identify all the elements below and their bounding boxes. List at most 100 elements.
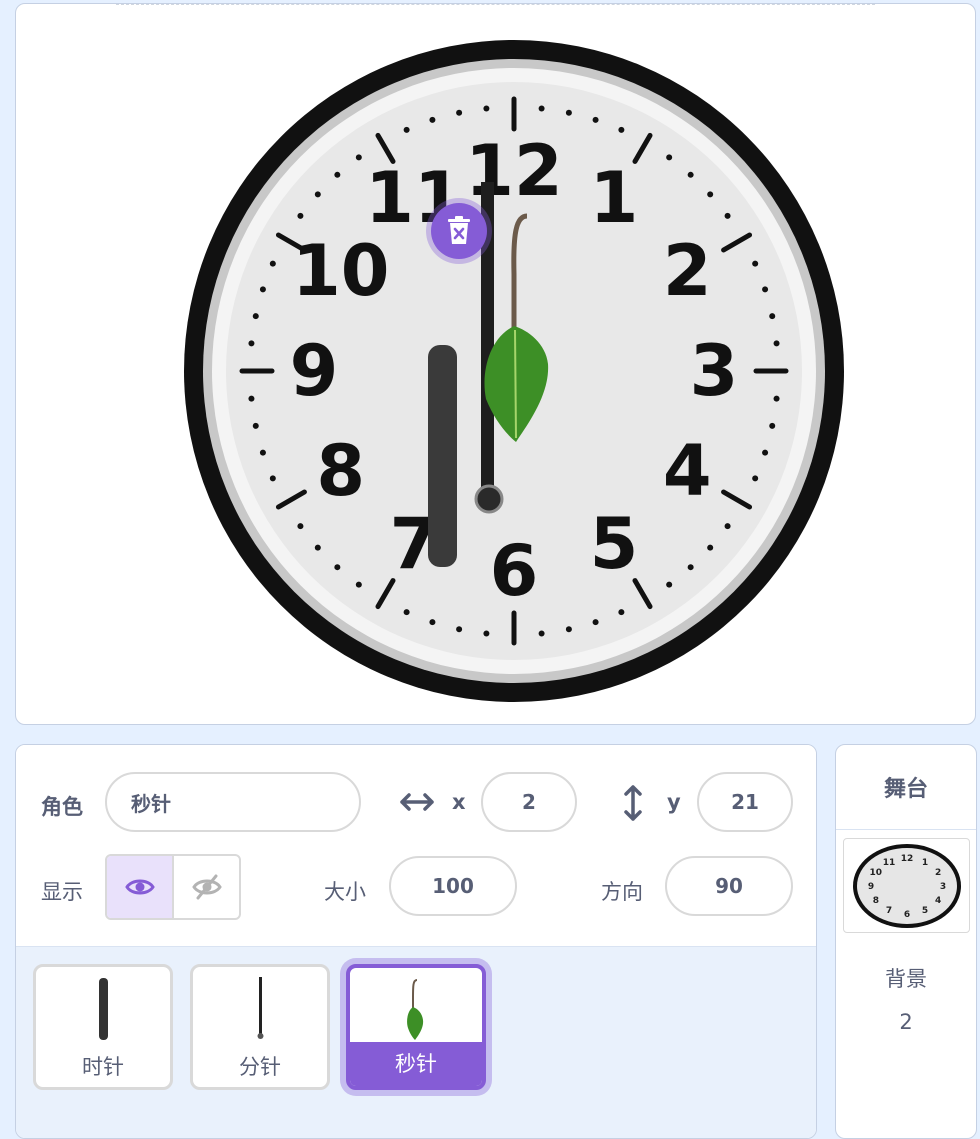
- stage-canvas[interactable]: 12 1 2 3 4 5 6 7 8 9 10 11: [15, 3, 976, 725]
- minute-tick: [269, 260, 276, 267]
- trash-icon: [448, 216, 470, 244]
- hour-hand[interactable]: [428, 345, 457, 567]
- minute-tick: [762, 449, 769, 456]
- stage-thumbnail[interactable]: 12 1 2 3 4 5 6 7 8 9 10 11: [843, 838, 970, 933]
- minute-tick: [618, 126, 625, 133]
- clock-number: 9: [290, 330, 339, 412]
- minute-tick: [403, 609, 410, 616]
- clock-number: 4: [663, 430, 712, 512]
- minute-tick: [769, 422, 776, 429]
- minute-tick: [259, 449, 266, 456]
- minute-tick: [456, 109, 463, 116]
- y-input[interactable]: 21: [697, 772, 793, 832]
- eye-slash-icon: [191, 874, 222, 900]
- x-arrow-icon: [400, 793, 434, 811]
- visibility-toggle: [105, 854, 241, 920]
- sprite-tile-label: 秒针: [350, 1042, 482, 1086]
- x-input[interactable]: 2: [481, 772, 577, 832]
- minute-tick: [297, 212, 304, 219]
- minute-tick: [314, 544, 321, 551]
- minute-tick: [687, 171, 694, 178]
- size-input[interactable]: 100: [389, 856, 517, 916]
- stage-title: 舞台: [836, 745, 976, 830]
- minute-tick: [762, 286, 769, 293]
- x-label: x: [452, 790, 466, 814]
- show-button[interactable]: [107, 856, 172, 918]
- sprite-thumbnail: [350, 968, 482, 1052]
- minute-tick: [769, 313, 776, 320]
- thumbnail-clock-number: 3: [939, 882, 945, 892]
- minute-tick: [355, 581, 362, 588]
- show-label: 显示: [41, 880, 83, 904]
- sprite-tile-label: 分针: [239, 1055, 281, 1079]
- minute-tick: [773, 340, 780, 347]
- minute-tick: [269, 475, 276, 482]
- thumbnail-clock-number: 7: [885, 906, 891, 916]
- minute-tick: [483, 105, 490, 112]
- delete-sprite-button[interactable]: [431, 203, 487, 259]
- minute-tick: [429, 619, 436, 626]
- thumbnail-clock-number: 11: [882, 857, 895, 867]
- minute-tick: [538, 105, 545, 112]
- clock-number: 6: [490, 530, 539, 612]
- eye-icon: [124, 879, 155, 895]
- minute-tick: [334, 171, 341, 178]
- minute-tick: [707, 544, 714, 551]
- sprite-tile-hour-hand[interactable]: 时针: [33, 964, 173, 1090]
- clock-number: 2: [663, 230, 712, 312]
- sprite-label: 角色: [41, 795, 83, 819]
- minute-tick: [565, 109, 572, 116]
- thumbnail-clock-number: 2: [935, 868, 941, 878]
- minute-tick: [297, 523, 304, 530]
- sprite-tile-minute-hand[interactable]: 分针: [190, 964, 330, 1090]
- direction-label: 方向: [601, 880, 643, 904]
- thumbnail-clock-number: 1: [921, 857, 927, 867]
- thumbnail-clock-number: 9: [867, 882, 873, 892]
- clock-number: 12: [465, 130, 562, 212]
- y-label: y: [667, 790, 681, 814]
- minute-tick: [666, 154, 673, 161]
- thumbnail-clock-number: 12: [900, 854, 913, 864]
- minute-tick: [752, 475, 759, 482]
- thumbnail-clock-number: 6: [903, 910, 909, 920]
- hide-button[interactable]: [172, 856, 239, 918]
- clock-number: 8: [316, 430, 365, 512]
- sprite-list: 时针 分针 秒针: [16, 947, 816, 1138]
- sprite-tile-second-hand[interactable]: 秒针: [346, 964, 486, 1090]
- minute-tick: [618, 609, 625, 616]
- sprite-thumbnail: [36, 967, 170, 1051]
- sprite-thumbnail: [193, 967, 327, 1051]
- minute-tick: [565, 626, 572, 633]
- backdrops-label: 背景: [885, 967, 927, 991]
- thumbnail-clock-number: 4: [935, 896, 941, 906]
- minute-tick: [259, 286, 266, 293]
- minute-tick: [252, 422, 259, 429]
- clock-number: 3: [690, 330, 739, 412]
- minute-tick: [403, 126, 410, 133]
- minute-tick: [724, 523, 731, 530]
- thumbnail-clock-number: 10: [869, 868, 882, 878]
- minute-tick: [314, 191, 321, 198]
- minute-tick: [248, 395, 255, 402]
- sprite-info-panel: 角色 秒针 x 2 y 21 显示 大小 100 方向 90 时针 分针 秒针: [15, 744, 817, 1139]
- minute-tick: [483, 630, 490, 637]
- clock-number: 1: [590, 157, 639, 239]
- minute-tick: [355, 154, 362, 161]
- sprite-tile-label: 时针: [82, 1055, 124, 1079]
- minute-tick: [429, 116, 436, 123]
- direction-input[interactable]: 90: [665, 856, 793, 916]
- minute-tick: [687, 564, 694, 571]
- minute-tick: [252, 313, 259, 320]
- minute-tick: [592, 116, 599, 123]
- minute-tick: [592, 619, 599, 626]
- y-arrow-icon: [624, 785, 642, 821]
- thumbnail-clock-number: 5: [921, 906, 927, 916]
- minute-tick: [707, 191, 714, 198]
- sprite-properties: 角色 秒针 x 2 y 21 显示 大小 100 方向 90: [16, 745, 816, 947]
- minute-tick: [752, 260, 759, 267]
- stage-panel[interactable]: 舞台 12 1 2 3 4 5 6 7 8 9 10 11 背景 2: [835, 744, 977, 1139]
- clock-number: 10: [292, 230, 389, 312]
- minute-tick: [456, 626, 463, 633]
- sprite-name-input[interactable]: 秒针: [105, 772, 361, 832]
- backdrop-count: 2: [899, 1010, 913, 1034]
